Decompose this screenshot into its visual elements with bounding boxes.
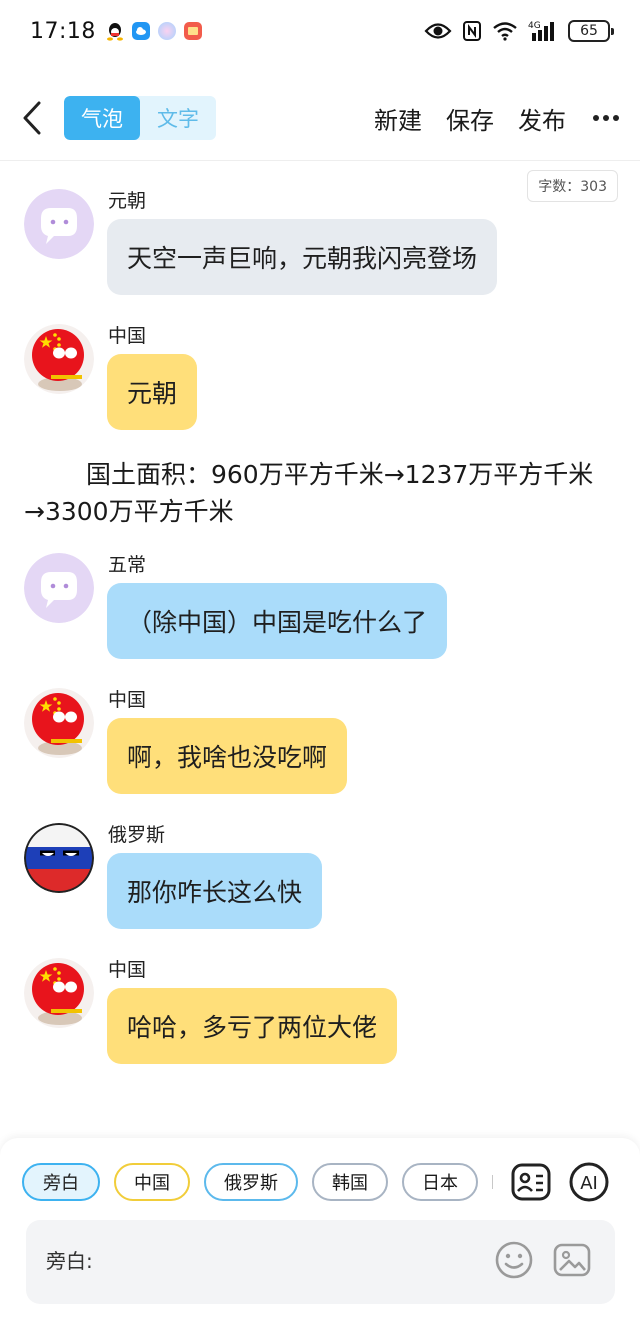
header-divider <box>0 160 640 161</box>
speaker-name: 五常 <box>108 554 147 576</box>
mode-toggle: 气泡 文字 <box>64 96 216 140</box>
battery-indicator: 65 <box>568 20 614 42</box>
chevron-left-icon <box>23 101 41 135</box>
ai-icon: AI <box>569 1162 609 1202</box>
message-bubble[interactable]: （除中国）中国是吃什么了 <box>107 583 448 659</box>
cloud-app-icon <box>131 22 150 40</box>
word-count-badge: 字数：303 <box>527 170 618 202</box>
nfc-icon <box>462 20 482 42</box>
publish-button[interactable]: 发布 <box>518 101 566 136</box>
chip-russia[interactable]: 俄罗斯 <box>204 1163 298 1201</box>
network-type: 4G <box>528 21 541 31</box>
speaker-name: 元朝 <box>108 190 147 212</box>
editor-header: 气泡 文字 新建 保存 发布 <box>0 86 640 150</box>
more-menu-button[interactable] <box>578 98 634 138</box>
new-button[interactable]: 新建 <box>374 101 422 136</box>
avatar-russia-ball[interactable] <box>24 823 94 893</box>
character-chip-row: 旁白 中国 俄罗斯 韩国 日本 <box>22 1163 493 1201</box>
chip-china[interactable]: 中国 <box>114 1163 190 1201</box>
speaker-name: 中国 <box>108 689 147 711</box>
avatar-default[interactable] <box>24 189 94 259</box>
composer-panel: 旁白 中国 俄罗斯 韩国 日本 AI <box>0 1138 640 1330</box>
message-bubble[interactable]: 哈哈，多亏了两位大佬 <box>107 988 398 1064</box>
tab-text[interactable]: 文字 <box>140 96 216 140</box>
avatar-default[interactable] <box>24 553 94 623</box>
status-bar: 17:18 4G 65 <box>0 0 640 62</box>
chip-divider <box>492 1175 493 1189</box>
narration-text[interactable]: 国土面积：960万平方千米→1237万平方千米→3300万平方千米 <box>24 456 616 530</box>
message-bubble[interactable]: 元朝 <box>107 354 198 430</box>
chip-narrator[interactable]: 旁白 <box>22 1163 100 1201</box>
contact-card-icon <box>511 1163 551 1201</box>
cellular-signal-icon: 4G <box>528 20 558 42</box>
speaker-name: 中国 <box>108 959 147 981</box>
emoji-icon[interactable] <box>494 1240 534 1280</box>
tab-bubble[interactable]: 气泡 <box>64 96 140 140</box>
message-bubble[interactable]: 啊，我啥也没吃啊 <box>107 718 348 794</box>
chip-japan[interactable]: 日本 <box>402 1163 478 1201</box>
wifi-icon <box>492 21 518 41</box>
message-bubble[interactable]: 那你咋长这么快 <box>107 853 323 929</box>
message-bubble[interactable]: 天空一声巨响，元朝我闪亮登场 <box>107 219 498 295</box>
color-app-icon <box>157 22 176 40</box>
status-time: 17:18 <box>30 18 96 44</box>
ai-label: AI <box>580 1173 598 1194</box>
message-input[interactable] <box>46 1244 486 1278</box>
message-input-box <box>26 1220 615 1304</box>
speaker-name: 俄罗斯 <box>108 824 166 846</box>
avatar-china-ball[interactable] <box>24 324 94 394</box>
avatar-china-ball[interactable] <box>24 688 94 758</box>
speaker-name: 中国 <box>108 325 147 347</box>
avatar-china-ball[interactable] <box>24 958 94 1028</box>
image-picker-icon[interactable] <box>552 1240 592 1280</box>
qq-icon <box>106 21 124 41</box>
back-button[interactable] <box>0 86 64 150</box>
save-button[interactable]: 保存 <box>446 101 494 136</box>
eye-icon <box>424 22 452 40</box>
character-manager-button[interactable] <box>509 1160 553 1204</box>
notification-icons <box>106 21 202 41</box>
chip-korea[interactable]: 韩国 <box>312 1163 388 1201</box>
ai-button[interactable]: AI <box>567 1160 611 1204</box>
gallery-app-icon <box>183 22 202 40</box>
more-dots-icon <box>593 115 619 121</box>
